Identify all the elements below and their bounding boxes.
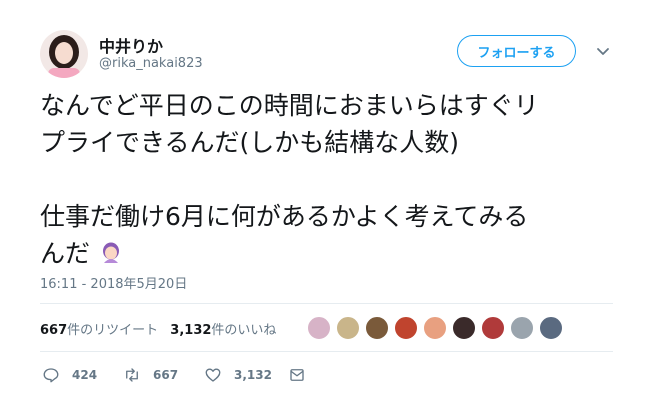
tweet-line-text: んだ xyxy=(40,239,91,268)
tweet-text: なんでど平日のこの時間におまいらはすぐリ プライできるんだ(しかも結構な人数) … xyxy=(40,87,620,272)
liker-avatar[interactable] xyxy=(335,315,361,341)
liker-avatar[interactable] xyxy=(364,315,390,341)
reply-count: 424 xyxy=(72,368,98,382)
liker-avatar[interactable] xyxy=(480,315,506,341)
user-handle[interactable]: @rika_nakai823 xyxy=(99,56,203,71)
liker-avatar[interactable] xyxy=(422,315,448,341)
like-count: 3,132 xyxy=(234,368,272,382)
avatar[interactable] xyxy=(40,30,88,78)
reply-action[interactable]: 424 xyxy=(42,366,97,384)
liker-avatar[interactable] xyxy=(509,315,535,341)
chevron-down-icon[interactable] xyxy=(595,43,611,59)
liker-avatar[interactable] xyxy=(538,315,564,341)
envelope-icon xyxy=(290,369,304,381)
liker-avatar[interactable] xyxy=(306,315,332,341)
retweet-stat[interactable]: 667件のリツイート xyxy=(40,319,158,338)
dm-action[interactable] xyxy=(288,366,318,384)
liker-avatar[interactable] xyxy=(451,315,477,341)
woman-facepalming-emoji-icon xyxy=(102,242,119,263)
like-stat-count: 3,132 xyxy=(170,323,212,338)
divider xyxy=(40,303,613,304)
liker-avatar[interactable] xyxy=(393,315,419,341)
divider xyxy=(40,351,613,352)
tweet-line: 仕事だ働け6月に何があるかよく考えてみる xyxy=(40,202,529,231)
display-name[interactable]: 中井りか xyxy=(99,33,163,57)
tweet-line: なんでど平日のこの時間におまいらはすぐリ xyxy=(40,91,539,120)
retweet-stat-count: 667 xyxy=(40,323,68,338)
tweet-line: プライできるんだ(しかも結構な人数) xyxy=(40,128,460,157)
retweet-action[interactable]: 667 xyxy=(123,366,178,384)
tweet-timestamp[interactable]: 16:11 - 2018年5月20日 xyxy=(40,273,187,292)
like-stat-label: 件のいいね xyxy=(211,323,277,338)
heart-icon xyxy=(205,368,221,382)
tweet-stats: 667件のリツイート 3,132件のいいね xyxy=(40,319,284,338)
tweet-line-last: んだ xyxy=(40,235,620,272)
like-stat[interactable]: 3,132件のいいね xyxy=(170,319,276,338)
retweet-icon xyxy=(126,368,138,382)
like-action[interactable]: 3,132 xyxy=(204,366,272,384)
follow-button[interactable]: フォローする xyxy=(457,35,576,67)
retweet-stat-label: 件のリツイート xyxy=(67,323,159,338)
retweet-count: 667 xyxy=(153,368,179,382)
reply-icon xyxy=(43,368,59,383)
